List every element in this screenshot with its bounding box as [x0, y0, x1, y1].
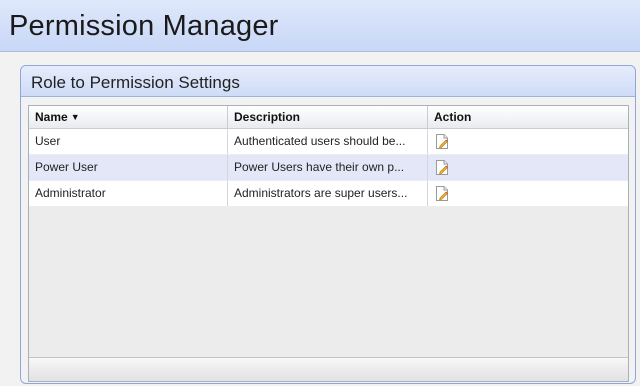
- row-description-cell: Administrators are super users...: [228, 181, 428, 206]
- row-action-cell: [428, 181, 628, 206]
- grid-header: Name ▼ Description Action: [29, 106, 628, 129]
- row-name-cell: Power User: [29, 155, 228, 180]
- edit-icon[interactable]: [435, 134, 449, 149]
- roles-grid: Name ▼ Description Action User Authentica…: [28, 105, 629, 382]
- row-action-cell: [428, 155, 628, 180]
- role-permission-panel: Role to Permission Settings Name ▼ Descri…: [20, 65, 636, 384]
- column-header-name[interactable]: Name ▼: [29, 106, 228, 128]
- row-name-cell: Administrator: [29, 181, 228, 206]
- panel-header: Role to Permission Settings: [21, 66, 635, 97]
- row-description-cell: Authenticated users should be...: [228, 129, 428, 154]
- edit-icon[interactable]: [435, 186, 449, 201]
- edit-icon[interactable]: [435, 160, 449, 175]
- column-header-name-label: Name: [35, 110, 68, 124]
- table-row[interactable]: Power User Power Users have their own p.…: [29, 155, 628, 181]
- page-header: Permission Manager: [0, 0, 640, 52]
- page-title: Permission Manager: [9, 10, 279, 42]
- sort-down-icon: ▼: [70, 112, 80, 122]
- row-name-cell: User: [29, 129, 228, 154]
- table-row[interactable]: Administrator Administrators are super u…: [29, 181, 628, 207]
- panel-title: Role to Permission Settings: [31, 73, 240, 92]
- row-description-cell: Power Users have their own p...: [228, 155, 428, 180]
- grid-footer-toolbar: [29, 357, 628, 381]
- grid-rows: User Authenticated users should be... Po…: [29, 129, 628, 207]
- column-header-action-label: Action: [434, 110, 472, 124]
- column-header-description[interactable]: Description: [228, 106, 428, 128]
- column-header-action[interactable]: Action: [428, 106, 628, 128]
- column-header-description-label: Description: [234, 110, 301, 124]
- row-action-cell: [428, 129, 628, 154]
- table-row[interactable]: User Authenticated users should be...: [29, 129, 628, 155]
